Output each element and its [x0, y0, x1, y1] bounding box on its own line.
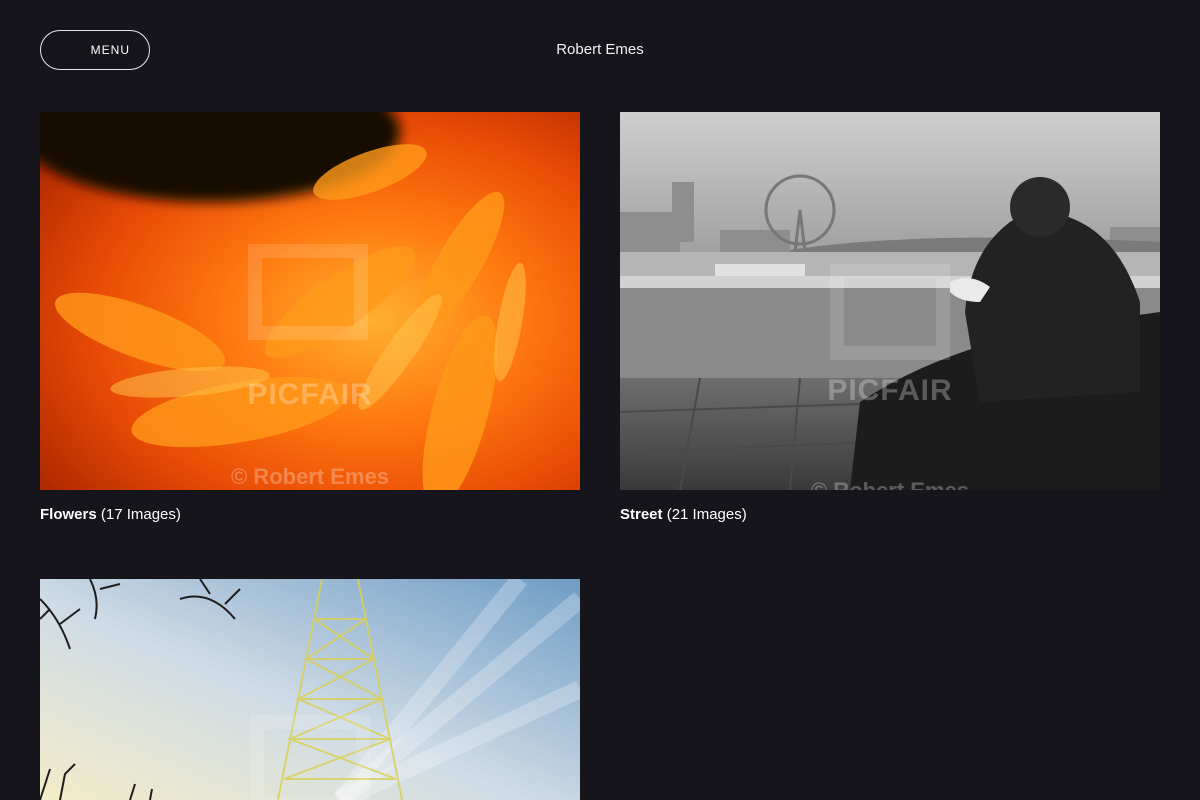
gallery-thumbnail-flowers[interactable]: PICFAIR © Robert Emes	[40, 112, 580, 490]
watermark-logo	[830, 264, 950, 360]
watermark-text: PICFAIR	[247, 378, 373, 411]
watermark-copyright: © Robert Emes	[620, 478, 1160, 490]
site-title: Robert Emes	[556, 41, 644, 58]
gallery-caption-flowers[interactable]: Flowers (17 Images)	[40, 506, 580, 524]
watermark-logo	[250, 715, 370, 800]
gallery-thumbnail-3[interactable]	[40, 579, 580, 800]
gallery-name: Street	[620, 506, 663, 523]
gallery-card-street[interactable]: PICFAIR © Robert Emes Street (21 Images)	[620, 112, 1160, 524]
gallery-count: (21 Images)	[666, 506, 747, 523]
watermark-copyright: © Robert Emes	[230, 464, 390, 489]
gallery-name: Flowers	[40, 506, 97, 523]
gallery-card-3[interactable]	[40, 579, 580, 800]
watermark-logo	[248, 244, 368, 340]
gallery-caption-street[interactable]: Street (21 Images)	[620, 506, 1160, 524]
gallery-card-flowers[interactable]: PICFAIR © Robert Emes Flowers (17 Images…	[40, 112, 580, 524]
gallery-count: (17 Images)	[100, 506, 181, 523]
gallery-thumbnail-street[interactable]: PICFAIR © Robert Emes	[620, 112, 1160, 490]
watermark-text: PICFAIR	[827, 374, 953, 407]
